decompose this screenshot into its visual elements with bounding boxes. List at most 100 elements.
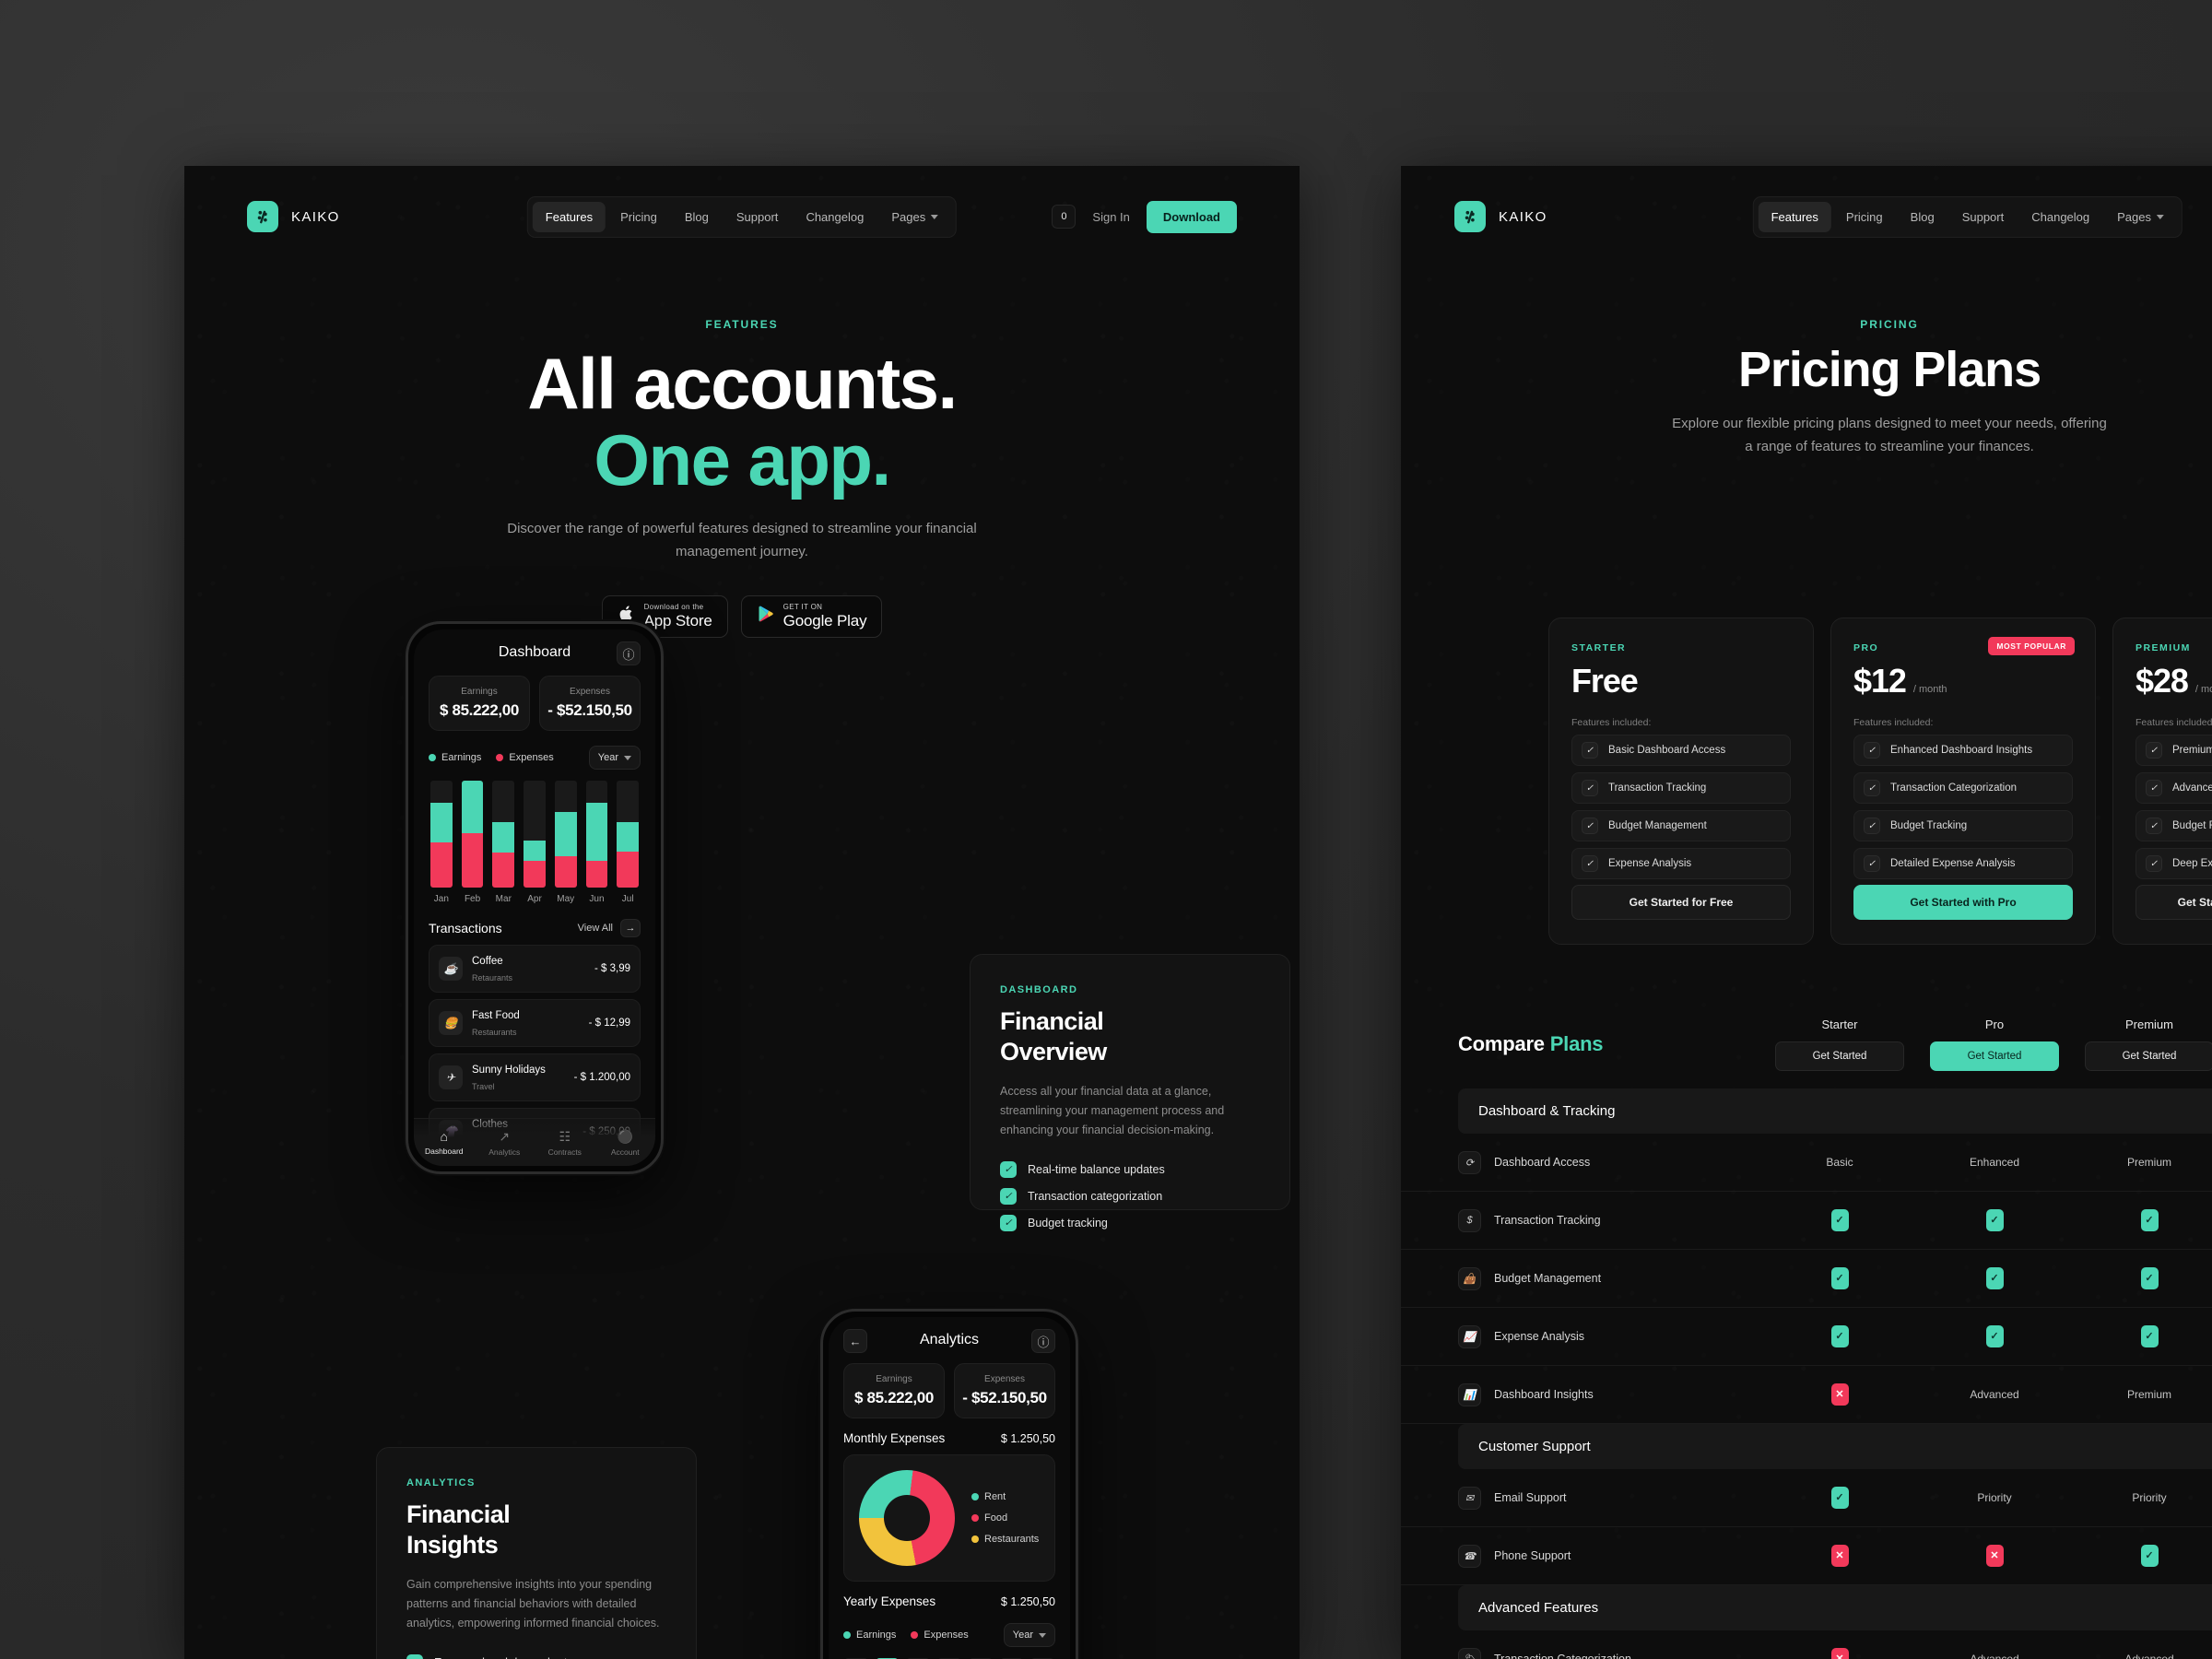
nav-item-changelog[interactable]: Changelog [2018,202,2102,232]
compare-cell-pro: Advanced [1970,1653,2019,1659]
hero-eyebrow: FEATURES [705,318,779,331]
nav-links: Features Pricing Blog Support Changelog … [1752,195,2183,238]
expenses-value: - $52.150,50 [547,701,632,719]
compare-cta-pro[interactable]: Get Started [1930,1041,2059,1071]
analytics-phone-mockup: ← Analytics ⓘ Earnings $ 85.222,00 Expen… [820,1309,1078,1659]
bar-column [461,781,484,888]
bar-segment-earnings [554,811,577,857]
feature-item-label: Budget tracking [1028,1216,1108,1230]
compare-feature-name: Transaction Tracking [1494,1214,1601,1227]
yearly-expenses-label: Yearly Expenses [843,1594,936,1608]
bar-segment-expenses [585,861,608,888]
app-store-big: App Store [643,611,712,629]
expenses-stat-card: Expenses - $52.150,50 [954,1363,1055,1418]
plan-price-premium: $28 / month [2136,662,2212,700]
transactions-title: Transactions [429,921,502,935]
pricing-eyebrow: PRICING [1860,318,1919,331]
nav-item-pages[interactable]: Pages [878,202,951,232]
navbar-features: KAIKO Features Pricing Blog Support Chan… [184,166,1300,267]
donut-legend-label: Rent [984,1491,1006,1502]
google-play-button[interactable]: GET IT ON Google Play [740,594,883,638]
bar-track [554,781,577,888]
bar-segment-expenses [617,851,640,888]
brand-logo[interactable]: KAIKO [247,201,340,232]
period-select-dashboard[interactable]: Year [588,746,641,770]
compare-group-header: Dashboard & Tracking [1458,1088,2212,1134]
info-icon[interactable]: ⓘ [617,641,641,665]
compare-title-a: Compare [1458,1032,1550,1055]
nav-item-pages-label: Pages [2117,209,2151,224]
close-icon: ✕ [1830,1383,1849,1406]
check-icon: ✓ [1582,742,1598,759]
compare-cell-starter: ✕ [1762,1383,1917,1406]
tab-contracts[interactable]: ☷ Contracts [535,1129,595,1157]
compare-row: ✉ Email Support ✓ Priority Priority [1401,1469,2212,1527]
hero-title-line1: All accounts. [527,343,958,424]
bar-label: May [557,894,575,904]
language-selector[interactable]: 0 [1052,205,1077,229]
tab-account[interactable]: ⚫ Account [595,1129,656,1157]
nav-item-features[interactable]: Features [532,201,606,232]
arrow-right-icon: → [620,919,641,937]
nav-item-pages[interactable]: Pages [2104,202,2177,232]
transaction-category: Retaurants [472,973,513,982]
plan-feature-label: Budget Management [1608,820,1707,831]
nav-item-support[interactable]: Support [1949,202,2018,232]
view-all-transactions[interactable]: View All → [578,919,641,937]
monthly-expenses-value: $ 1.250,50 [1000,1431,1055,1445]
plan-price-period: / month [1912,684,1947,695]
transaction-row[interactable]: ☕ Coffee Retaurants - $ 3,99 [429,945,641,993]
transaction-row[interactable]: 🍔 Fast Food Restaurants - $ 12,99 [429,999,641,1047]
plan-feature: ✓ Transaction Categorization [1853,772,2073,804]
compare-cell-starter: ✕ [1762,1648,1917,1659]
brand-logo[interactable]: KAIKO [1454,201,1547,232]
nav-item-pricing[interactable]: Pricing [1833,202,1896,232]
plan-cta-pro[interactable]: Get Started with Pro [1853,885,2073,920]
donut-legend-label: Restaurants [984,1534,1040,1545]
check-icon: ✓ [1830,1325,1849,1347]
check-icon: ✓ [1830,1487,1849,1509]
compare-plans-title: Compare Plans [1458,1032,1762,1056]
feature-card-eyebrow-dashboard: DASHBOARD [1000,984,1078,995]
earnings-value: $ 85.222,00 [439,701,520,719]
bar-column [617,781,640,888]
donut-legend-item: Food [971,1512,1039,1524]
compare-cta-premium[interactable]: Get Started [2085,1041,2212,1071]
nav-item-support[interactable]: Support [724,202,792,232]
nav-links: Features Pricing Blog Support Changelog … [526,195,958,238]
legend-expenses: Expenses [496,752,554,763]
info-icon[interactable]: ⓘ [1031,1329,1055,1353]
pricing-card-starter: STARTER Free Features included: ✓ Basic D… [1548,618,1814,945]
tab-analytics[interactable]: ↗ Analytics [475,1129,535,1157]
bar-column [524,781,546,888]
nav-item-blog[interactable]: Blog [1898,202,1947,232]
transactions-header: Transactions View All → [414,904,655,945]
nav-item-pricing[interactable]: Pricing [607,202,670,232]
nav-item-features[interactable]: Features [1758,201,1831,232]
feature-card-eyebrow-analytics: ANALYTICS [406,1477,476,1488]
arrow-left-icon[interactable]: ← [843,1329,867,1353]
hero-title-line2: One app. [594,418,891,500]
bar-track [585,781,608,888]
tab-dashboard[interactable]: ⌂ Dashboard [414,1129,475,1156]
nav-item-changelog[interactable]: Changelog [793,202,877,232]
bar-track [524,781,546,888]
nav-item-blog[interactable]: Blog [672,202,722,232]
bar-segment-earnings [430,803,453,843]
feature-item-label: Real-time balance updates [1028,1162,1165,1176]
close-icon: ✕ [1985,1545,2004,1567]
compare-row-label: ✉ Email Support [1458,1486,1762,1510]
dashboard-phone-mockup: Dashboard ⓘ Earnings $ 85.222,00 Expense… [406,621,664,1174]
download-button[interactable]: Download [1146,200,1237,233]
plan-cta-premium[interactable]: Get Started with Premium [2136,885,2212,920]
compare-cta-starter[interactable]: Get Started [1775,1041,1904,1071]
transaction-row[interactable]: ✈ Sunny Holidays Travel - $ 1.200,00 [429,1053,641,1101]
bar-label: Jun [589,894,605,904]
feature-card-analytics: ANALYTICS Financial Insights Gain compre… [376,1447,697,1659]
period-select-analytics[interactable]: Year [1003,1623,1055,1647]
compare-col-premium: Premium Get Started [2072,1018,2212,1071]
sign-in-link[interactable]: Sign In [1092,210,1129,224]
brand-name: KAIKO [1499,208,1547,225]
plan-cta-starter[interactable]: Get Started for Free [1571,885,1791,920]
legend-expenses-label: Expenses [924,1630,969,1641]
